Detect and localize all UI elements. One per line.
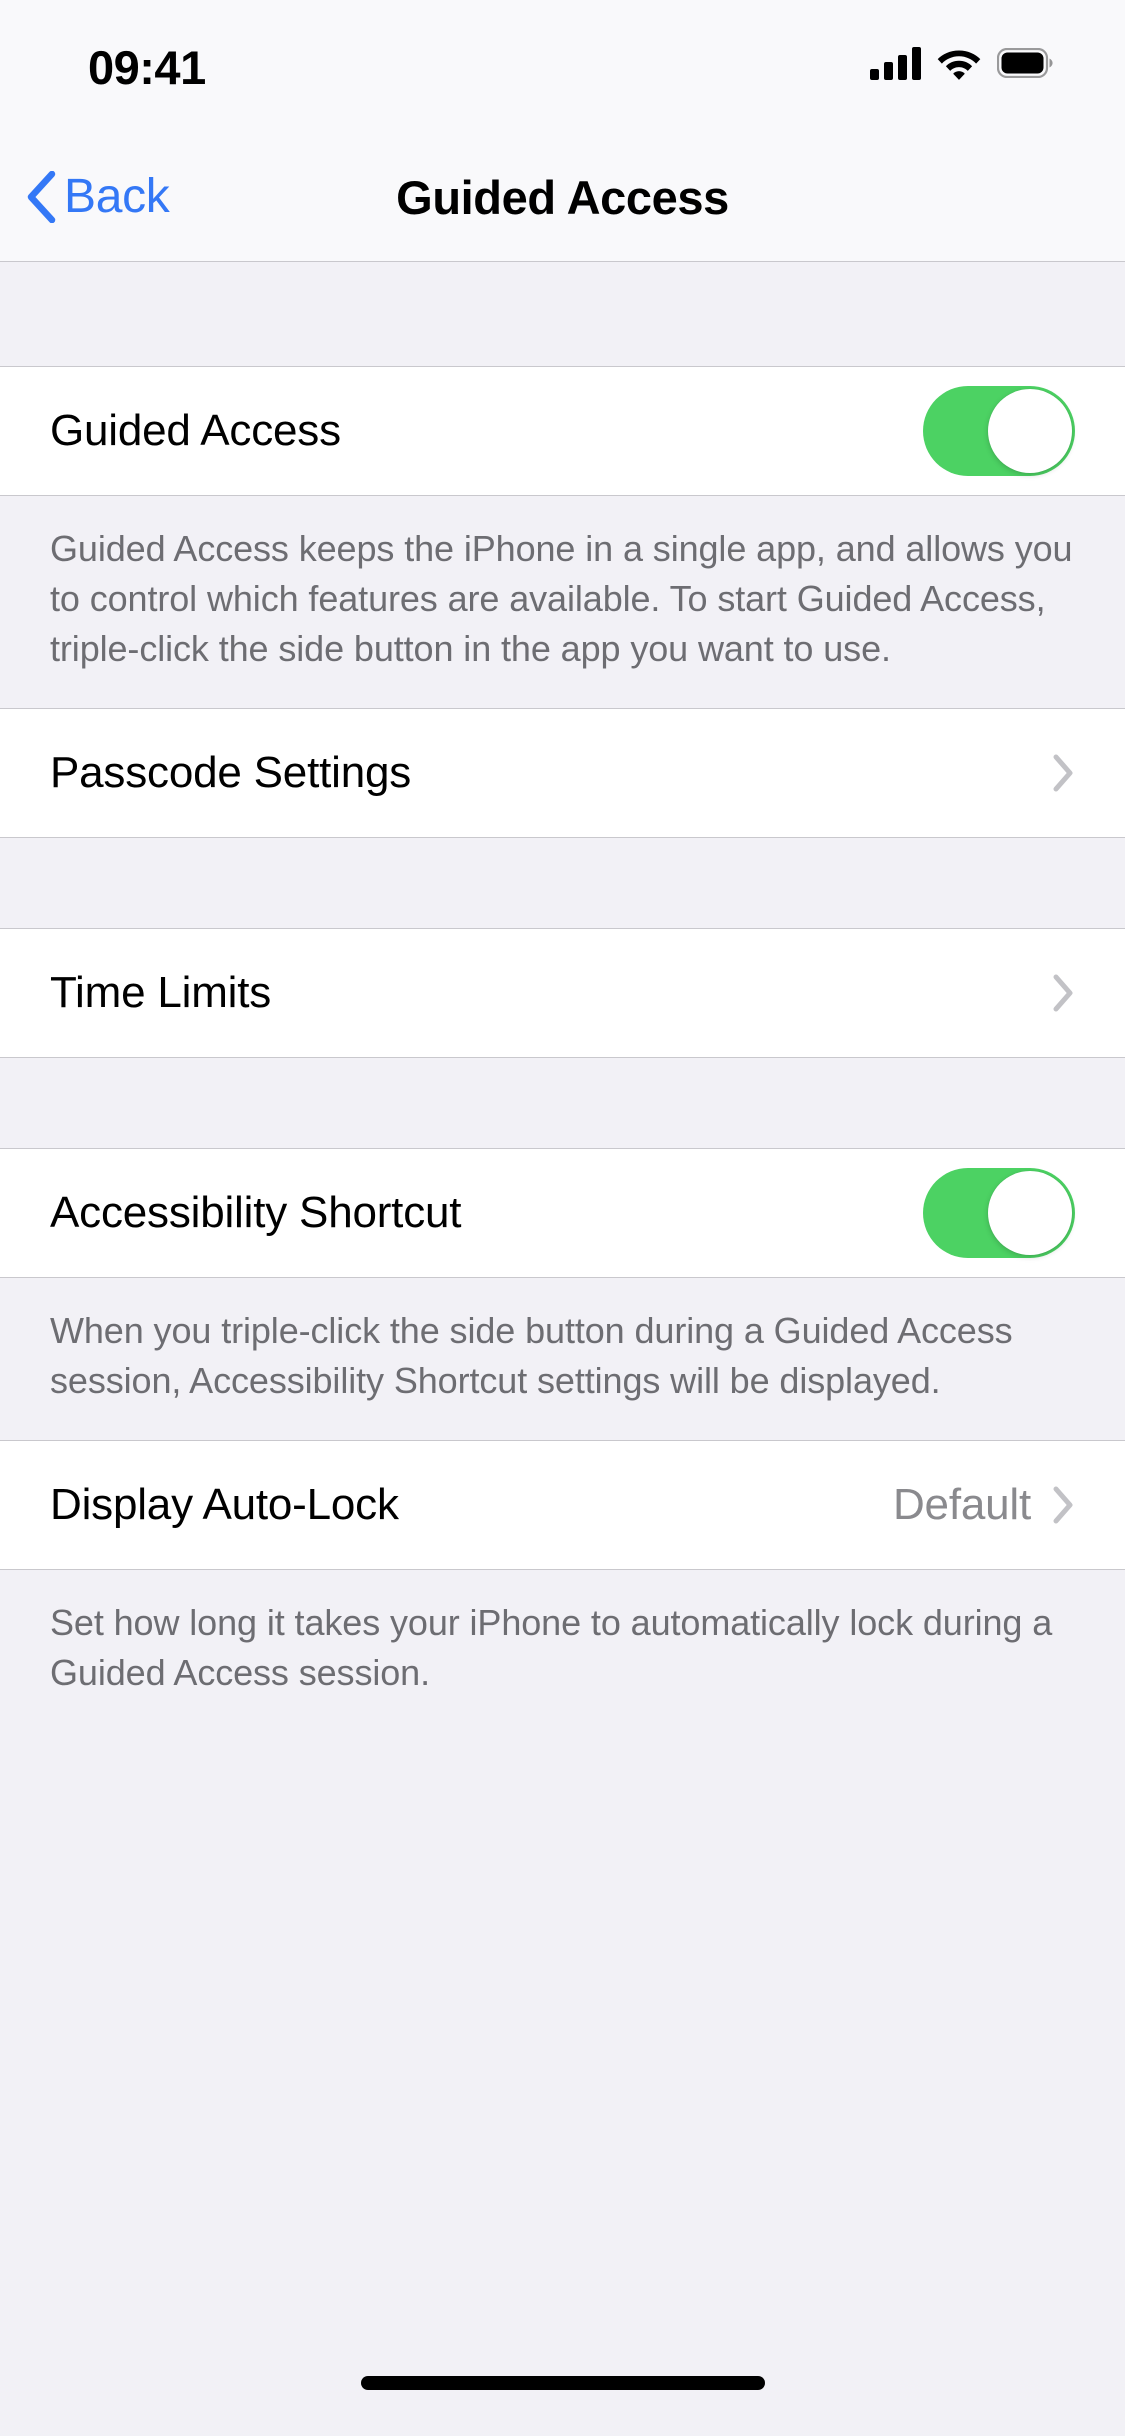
section-gap <box>0 262 1125 366</box>
row-label: Accessibility Shortcut <box>50 1188 462 1237</box>
row-time-limits[interactable]: Time Limits <box>0 929 1125 1057</box>
chevron-right-icon <box>1053 1486 1073 1524</box>
footer-display-auto-lock: Set how long it takes your iPhone to aut… <box>0 1570 1125 1732</box>
nav-bar: Back Guided Access <box>0 132 1125 262</box>
toggle-guided-access[interactable] <box>923 386 1075 476</box>
row-passcode-settings[interactable]: Passcode Settings <box>0 709 1125 837</box>
settings-list: Guided Access Guided Access keeps the iP… <box>0 262 1125 1732</box>
row-label: Guided Access <box>50 406 341 455</box>
footer-guided-access: Guided Access keeps the iPhone in a sing… <box>0 496 1125 708</box>
row-guided-access[interactable]: Guided Access <box>0 367 1125 495</box>
row-display-auto-lock[interactable]: Display Auto-Lock Default <box>0 1441 1125 1569</box>
home-indicator-area <box>0 2346 1125 2436</box>
row-label: Display Auto-Lock <box>50 1480 399 1529</box>
chevron-right-icon <box>1053 974 1073 1012</box>
row-value: Default <box>892 1480 1031 1529</box>
battery-icon <box>997 48 1053 78</box>
page-title: Guided Access <box>396 170 729 224</box>
section-gap <box>0 1058 1125 1148</box>
toggle-knob <box>988 1171 1072 1255</box>
row-accessibility-shortcut[interactable]: Accessibility Shortcut <box>0 1149 1125 1277</box>
section-guided-access: Guided Access <box>0 366 1125 496</box>
row-label: Passcode Settings <box>50 748 412 797</box>
status-bar: 09:41 <box>0 0 1125 132</box>
toggle-knob <box>988 389 1072 473</box>
chevron-right-icon <box>1053 754 1073 792</box>
section-display-auto-lock: Display Auto-Lock Default <box>0 1440 1125 1570</box>
footer-accessibility-shortcut: When you triple-click the side button du… <box>0 1278 1125 1440</box>
wifi-icon <box>937 46 981 80</box>
signal-bars-icon <box>870 46 921 80</box>
status-bar-icons <box>870 46 1053 80</box>
section-time-limits: Time Limits <box>0 928 1125 1058</box>
section-gap <box>0 838 1125 928</box>
section-accessibility-shortcut: Accessibility Shortcut <box>0 1148 1125 1278</box>
toggle-accessibility-shortcut[interactable] <box>923 1168 1075 1258</box>
home-indicator[interactable] <box>360 2376 765 2390</box>
section-passcode-settings: Passcode Settings <box>0 708 1125 838</box>
status-bar-time: 09:41 <box>88 41 206 94</box>
row-label: Time Limits <box>50 968 272 1017</box>
